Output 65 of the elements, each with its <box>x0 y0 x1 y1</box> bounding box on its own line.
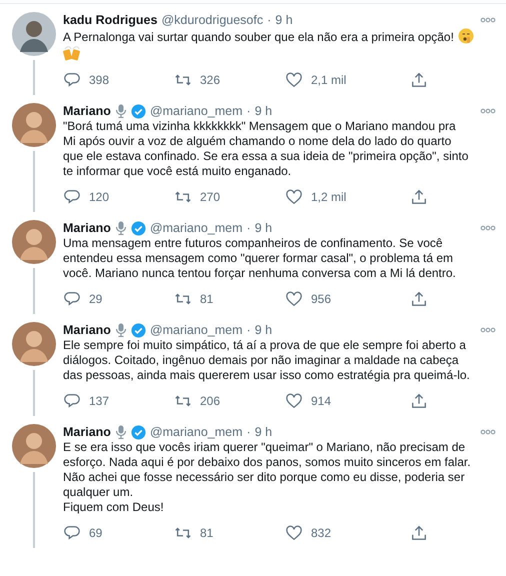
more-icon[interactable] <box>480 225 496 231</box>
avatar[interactable] <box>12 12 56 56</box>
user-handle[interactable]: @mariano_mem <box>150 425 243 439</box>
like-count: 1,2 mil <box>311 190 346 204</box>
user-name[interactable]: Mariano <box>63 323 111 337</box>
retweet-count: 326 <box>200 73 220 87</box>
separator-dot: · <box>246 323 251 337</box>
avatar[interactable] <box>12 220 56 264</box>
retweet-count: 206 <box>200 394 220 408</box>
retweet-count: 270 <box>200 190 220 204</box>
timestamp[interactable]: 9 h <box>254 425 272 439</box>
like-icon[interactable] <box>285 71 303 89</box>
reply-icon[interactable] <box>63 524 81 542</box>
like-count: 832 <box>311 526 332 540</box>
separator-dot: · <box>246 425 251 439</box>
user-handle[interactable]: @mariano_mem <box>150 104 243 118</box>
separator-dot: · <box>267 13 272 27</box>
share-icon[interactable] <box>410 392 428 410</box>
share-icon[interactable] <box>410 290 428 308</box>
timestamp[interactable]: 9 h <box>254 323 272 337</box>
user-handle[interactable]: @mariano_mem <box>150 221 243 235</box>
reply-icon[interactable] <box>63 392 81 410</box>
avatar[interactable] <box>12 424 56 468</box>
like-icon[interactable] <box>285 290 303 308</box>
reply-icon[interactable] <box>63 71 81 89</box>
reply-count: 120 <box>89 190 110 204</box>
avatar[interactable] <box>12 322 56 366</box>
tweet-text: A Pernalonga vai surtar quando souber que ela não era a primeira opção! <box>63 30 454 44</box>
tweet-text: "Borá tumá uma vizinha kkkkkkkk" Mensagem que o Mariano mandou pra Mi após ouvir a voz de alguém chamando o nome dela do lado do quarto que ele estava confinado. Se era essa a sua ideia de "primeira opção", sinto te informar que você está muito enganado. <box>63 119 468 178</box>
reply-count: 398 <box>89 73 110 87</box>
reply-count: 137 <box>89 394 110 408</box>
timestamp[interactable]: 9 h <box>254 221 272 235</box>
share-icon[interactable] <box>410 188 428 206</box>
tweet-text: E se era isso que vocês iriam querer "queimar" o Mariano, não precisam de esforço. Nada aqui é por debaixo dos panos, somos muito sinceros em falar. Não achei que fosse necessário ser dito porque como eu disse, poderia ser qualquer um. Fiquem com Deus! <box>63 440 471 514</box>
user-name[interactable]: kadu Rodrigues <box>63 13 158 27</box>
separator-dot: · <box>246 221 251 235</box>
reply-count: 69 <box>89 526 102 540</box>
user-name[interactable]: Mariano <box>63 221 111 235</box>
retweet-count: 81 <box>200 526 214 540</box>
avatar[interactable] <box>12 103 56 147</box>
more-icon[interactable] <box>480 17 496 23</box>
more-icon[interactable] <box>480 108 496 114</box>
tweet-text: Ele sempre foi muito simpático, tá aí a prova de que ele sempre foi aberto a diálogos. Coitado, ingênuo demais por não imaginar a maldade na cabeça das pessoas, ainda mais quererem usar isso como estratégia pra queimá-lo. <box>63 338 470 382</box>
like-count: 956 <box>311 292 332 306</box>
user-name[interactable]: Mariano <box>63 104 111 118</box>
share-icon[interactable] <box>410 524 428 542</box>
retweet-count: 81 <box>200 292 214 306</box>
like-count: 2,1 mil <box>311 73 346 87</box>
timestamp[interactable]: 9 h <box>275 13 293 27</box>
reply-icon[interactable] <box>63 188 81 206</box>
user-name[interactable]: Mariano <box>63 425 111 439</box>
more-icon[interactable] <box>480 429 496 435</box>
like-icon[interactable] <box>285 524 303 542</box>
separator-dot: · <box>246 104 251 118</box>
like-count: 914 <box>311 394 332 408</box>
share-icon[interactable] <box>410 71 428 89</box>
reply-count: 29 <box>89 292 102 306</box>
timestamp[interactable]: 9 h <box>254 104 272 118</box>
like-icon[interactable] <box>285 188 303 206</box>
reply-icon[interactable] <box>63 290 81 308</box>
user-handle[interactable]: @kdurodriguesofc <box>161 13 264 27</box>
user-handle[interactable]: @mariano_mem <box>150 323 243 337</box>
more-icon[interactable] <box>480 327 496 333</box>
tweet-text: Uma mensagem entre futuros companheiros de confinamento. Se você entendeu essa mensagem como "querer formar casal", o problema tá em você. Mariano nunca tentou forçar nenhuma conversa com a Mi lá dentro. <box>63 236 456 280</box>
like-icon[interactable] <box>285 392 303 410</box>
